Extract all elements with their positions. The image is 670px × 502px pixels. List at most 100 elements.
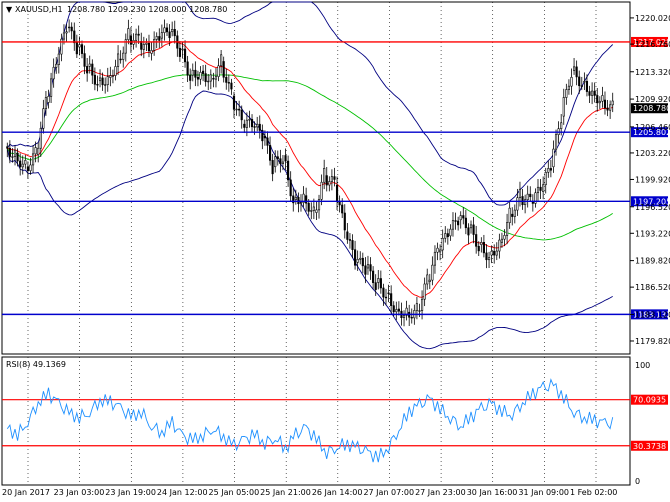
candle-body (526, 193, 529, 201)
candle-body (366, 264, 370, 269)
candle-body (289, 179, 292, 197)
candle-body (410, 316, 413, 319)
candle-body (150, 50, 153, 54)
candle-body (580, 85, 583, 87)
symbol-label: XAUUSD,H1 (15, 5, 63, 14)
time-tick-label: 25 Jan 05:00 (209, 488, 260, 497)
candle-body (155, 36, 158, 40)
candle-body (248, 119, 251, 121)
candle-body (603, 99, 607, 109)
price-tick-label: 1209.920 (635, 95, 670, 104)
candle-body (24, 160, 27, 165)
candle-body (511, 213, 514, 217)
candle-body (482, 242, 485, 254)
candle-body (258, 123, 261, 131)
rsi-panel[interactable] (1, 356, 631, 486)
candle-body (418, 310, 421, 312)
candle-body (250, 119, 254, 128)
candle-body (243, 123, 246, 128)
candle-body (598, 100, 601, 104)
candle-body (601, 95, 604, 102)
candle-body (44, 97, 48, 110)
candle-body (552, 148, 555, 168)
candle-body (186, 61, 189, 76)
candle-body (104, 84, 107, 86)
candle-body (441, 237, 444, 251)
candle-body (503, 235, 506, 240)
candle-body (382, 287, 385, 298)
candle-body (310, 210, 313, 212)
rsi-label: RSI(8) 49.1369 (6, 360, 66, 369)
candle-body (591, 90, 594, 96)
time-tick-label: 1 Feb 02:00 (570, 488, 617, 497)
candle-body (508, 207, 511, 223)
candle-body (47, 96, 50, 103)
candle-body (70, 26, 73, 32)
price-tick-label: 1213.320 (635, 68, 670, 77)
chart-menu-arrow-icon[interactable]: ▼ (6, 5, 13, 14)
time-tick-label: 23 Jan 03:00 (54, 488, 105, 497)
price-tick-label: 1189.820 (635, 257, 670, 266)
candle-body (129, 35, 133, 45)
candle-body (207, 80, 210, 83)
candle-body (567, 85, 570, 90)
candle-body (212, 78, 215, 80)
candle-body (506, 222, 509, 236)
candle-body (199, 71, 202, 80)
candle-body (284, 155, 287, 162)
candle-body (459, 215, 462, 221)
candle-body (560, 122, 563, 129)
candle-body (307, 202, 310, 212)
candle-body (29, 164, 32, 172)
price-tick-label: 1199.920 (635, 175, 670, 184)
candle-body (147, 42, 151, 52)
candle-body (101, 77, 104, 86)
price-panel[interactable] (1, 1, 631, 355)
candle-body (204, 73, 207, 82)
candle-body (485, 252, 488, 261)
price-tick-label: 1220.020 (635, 14, 670, 23)
candle-body (245, 119, 248, 128)
candle-body (158, 36, 161, 41)
candle-body (279, 158, 282, 165)
candle-body (225, 76, 228, 83)
time-tick-label: 30 Jan 16:00 (467, 488, 518, 497)
time-tick-label: 23 Jan 19:00 (105, 488, 156, 497)
candle-body (431, 264, 434, 281)
rsi-tick-label: 100 (635, 361, 650, 370)
candle-body (232, 95, 236, 110)
candle-body (436, 247, 439, 253)
candle-body (6, 146, 9, 149)
candle-body (490, 250, 493, 256)
candle-body (544, 171, 547, 186)
price-tick-label: 1216.760 (635, 40, 670, 49)
candle-body (238, 108, 241, 111)
candle-body (168, 31, 171, 39)
candle-body (240, 109, 243, 121)
candle-body (575, 66, 578, 78)
candle-body (96, 83, 99, 86)
candle-body (165, 27, 169, 33)
candle-body (305, 195, 308, 204)
candle-body (524, 199, 527, 206)
candle-body (50, 78, 53, 97)
time-tick-label: 26 Jan 14:00 (312, 488, 363, 497)
candle-body (351, 240, 354, 250)
candle-body (549, 168, 552, 171)
candle-body (390, 293, 393, 306)
candle-body (119, 58, 122, 61)
candle-body (227, 82, 230, 84)
candle-body (513, 209, 516, 217)
candle-body (415, 303, 418, 311)
candle-body (163, 27, 166, 33)
candle-body (122, 52, 125, 60)
candle-body (88, 63, 91, 67)
candle-body (106, 76, 109, 85)
candle-body (127, 28, 130, 40)
candle-body (263, 135, 266, 139)
candle-body (472, 224, 475, 235)
candle-body (454, 220, 457, 222)
price-tick-label: 1186.520 (635, 283, 670, 292)
candle-body (31, 153, 35, 166)
candle-body (423, 283, 426, 300)
